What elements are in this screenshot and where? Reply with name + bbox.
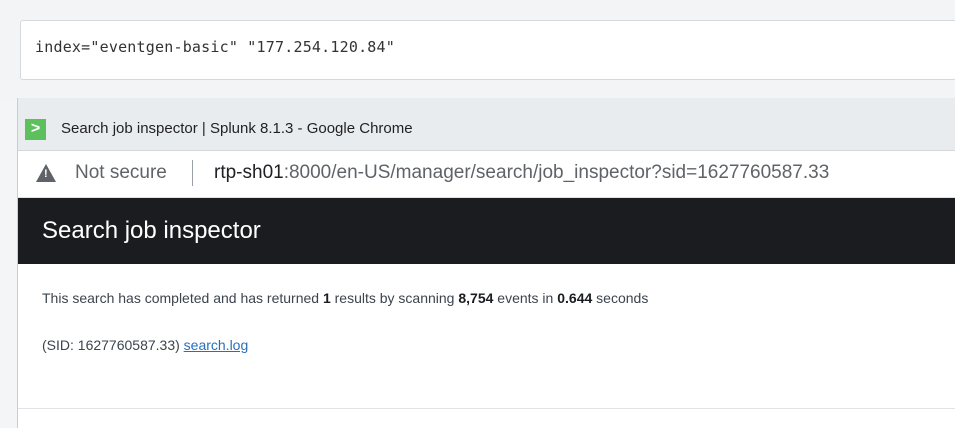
window-title: Search job inspector | Splunk 8.1.3 - Go… [61, 120, 413, 137]
url-host: rtp-sh01 [214, 162, 284, 183]
result-count: 1 [322, 290, 331, 306]
page-header: Search job inspector [18, 198, 955, 264]
chrome-popup-window: > Search job inspector | Splunk 8.1.3 - … [17, 98, 955, 428]
search-input[interactable]: index="eventgen-basic" "177.254.120.84" [20, 20, 955, 80]
duration-seconds: 0.644 [557, 290, 593, 306]
page-title: Search job inspector [42, 217, 261, 244]
address-bar[interactable]: ! Not secure rtp-sh01:8000/en-US/manager… [18, 151, 955, 198]
summary-suffix: seconds [592, 290, 649, 306]
window-titlebar: > Search job inspector | Splunk 8.1.3 - … [18, 98, 955, 151]
address-divider [192, 160, 193, 186]
summary-mid2: events in [493, 290, 558, 306]
event-count: 8,754 [458, 290, 494, 306]
summary-mid1: results by scanning [330, 290, 459, 306]
sid-text: (SID: 1627760587.33) [42, 337, 184, 353]
search-summary: This search has completed and has return… [42, 290, 648, 306]
search-log-link[interactable]: search.log [184, 337, 249, 353]
url-path: :8000/en-US/manager/search/job_inspector… [283, 162, 830, 183]
search-area: index="eventgen-basic" "177.254.120.84" [0, 0, 955, 100]
section-divider [18, 408, 955, 409]
splunk-app-icon: > [25, 119, 46, 140]
security-label[interactable]: Not secure [75, 162, 167, 184]
sid-line: (SID: 1627760587.33) search.log [42, 337, 248, 353]
summary-prefix: This search has completed and has return… [42, 290, 323, 306]
url-text[interactable]: rtp-sh01:8000/en-US/manager/search/job_i… [214, 162, 829, 184]
search-query-text[interactable]: index="eventgen-basic" "177.254.120.84" [35, 38, 395, 56]
warning-icon[interactable]: ! [36, 164, 56, 182]
